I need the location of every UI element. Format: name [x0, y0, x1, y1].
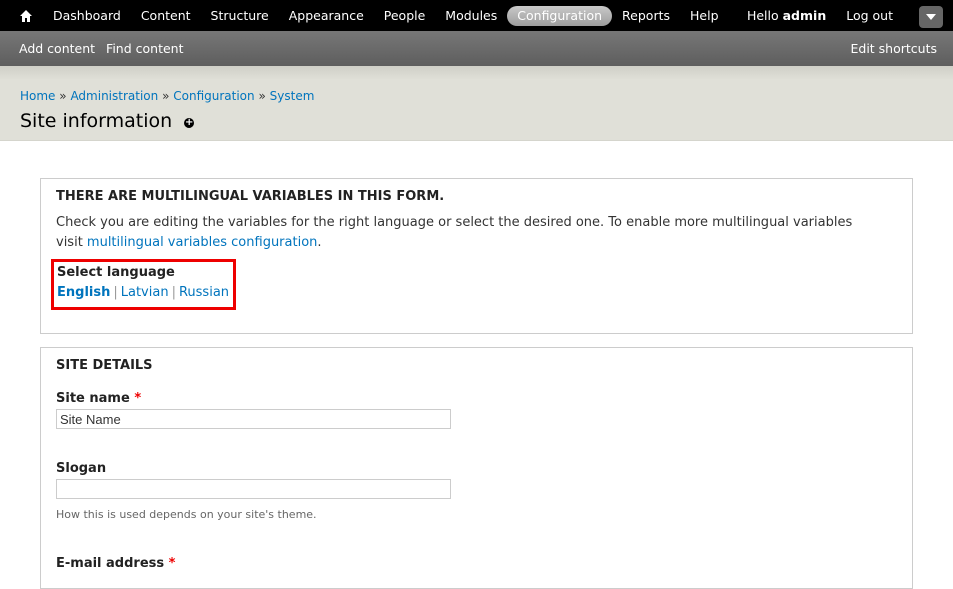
username[interactable]: admin: [783, 8, 827, 23]
language-russian[interactable]: Russian: [179, 285, 229, 300]
admin-menu: Dashboard Content Structure Appearance P…: [43, 5, 729, 26]
breadcrumb-separator: »: [59, 89, 67, 103]
language-links: English | Latvian | Russian: [57, 285, 229, 300]
shortcuts-bar: Add content Find content Edit shortcuts: [0, 31, 953, 66]
page-title-text: Site information: [20, 110, 173, 132]
breadcrumb-system[interactable]: System: [270, 89, 315, 103]
page-title: Site information +: [20, 110, 195, 132]
multilingual-config-link[interactable]: multilingual variables configuration: [87, 235, 317, 250]
logout-link[interactable]: Log out: [846, 8, 893, 23]
separator: |: [171, 285, 176, 300]
required-marker: *: [134, 391, 142, 406]
menu-appearance[interactable]: Appearance: [279, 6, 374, 26]
breadcrumb-configuration[interactable]: Configuration: [173, 89, 254, 103]
site-name-label-text: Site name: [56, 391, 130, 406]
site-name-label: Site name *: [56, 391, 141, 406]
breadcrumb: Home » Administration » Configuration » …: [20, 89, 314, 103]
slogan-label: Slogan: [56, 461, 107, 476]
menu-structure[interactable]: Structure: [201, 6, 279, 26]
multilingual-fieldset: There are multilingual variables in this…: [40, 178, 913, 334]
email-label-text: E-mail address: [56, 556, 165, 571]
edit-shortcuts-link[interactable]: Edit shortcuts: [850, 41, 937, 56]
menu-content[interactable]: Content: [131, 6, 201, 26]
chevron-down-icon: [926, 14, 936, 20]
menu-modules[interactable]: Modules: [435, 6, 507, 26]
breadcrumb-separator: »: [162, 89, 170, 103]
shortcut-find-content[interactable]: Find content: [106, 41, 183, 56]
menu-help[interactable]: Help: [680, 6, 729, 26]
site-details-legend: Site details: [56, 358, 153, 373]
home-icon[interactable]: [19, 9, 33, 23]
slogan-description: How this is used depends on your site's …: [56, 508, 317, 521]
language-latvian[interactable]: Latvian: [121, 285, 169, 300]
site-name-input[interactable]: [56, 409, 451, 429]
email-label: E-mail address *: [56, 556, 175, 571]
language-english[interactable]: English: [57, 285, 110, 300]
user-area: Hello admin Log out: [747, 8, 893, 23]
page-header: Home » Administration » Configuration » …: [0, 66, 953, 141]
separator: |: [113, 285, 118, 300]
menu-dashboard[interactable]: Dashboard: [43, 6, 131, 26]
select-language-label: Select language: [57, 265, 175, 280]
breadcrumb-administration[interactable]: Administration: [70, 89, 158, 103]
admin-toolbar: Dashboard Content Structure Appearance P…: [0, 0, 953, 31]
menu-configuration[interactable]: Configuration: [507, 5, 613, 26]
multilingual-description: Check you are editing the variables for …: [56, 213, 876, 253]
greeting: Hello admin: [747, 8, 826, 23]
hello-text: Hello: [746, 8, 779, 23]
shortcuts-toggle-button[interactable]: [919, 6, 943, 28]
add-shortcut-icon[interactable]: +: [184, 117, 195, 128]
menu-people[interactable]: People: [374, 6, 436, 26]
description-end: .: [317, 235, 322, 250]
breadcrumb-separator: »: [258, 89, 266, 103]
required-marker: *: [168, 556, 176, 571]
shortcut-add-content[interactable]: Add content: [19, 41, 95, 56]
breadcrumb-home[interactable]: Home: [20, 89, 55, 103]
menu-reports[interactable]: Reports: [612, 6, 680, 26]
site-details-fieldset: Site details Site name * Slogan How this…: [40, 347, 913, 589]
language-selector: Select language English | Latvian | Russian: [51, 259, 236, 310]
multilingual-legend: There are multilingual variables in this…: [56, 189, 445, 204]
slogan-input[interactable]: [56, 479, 451, 499]
